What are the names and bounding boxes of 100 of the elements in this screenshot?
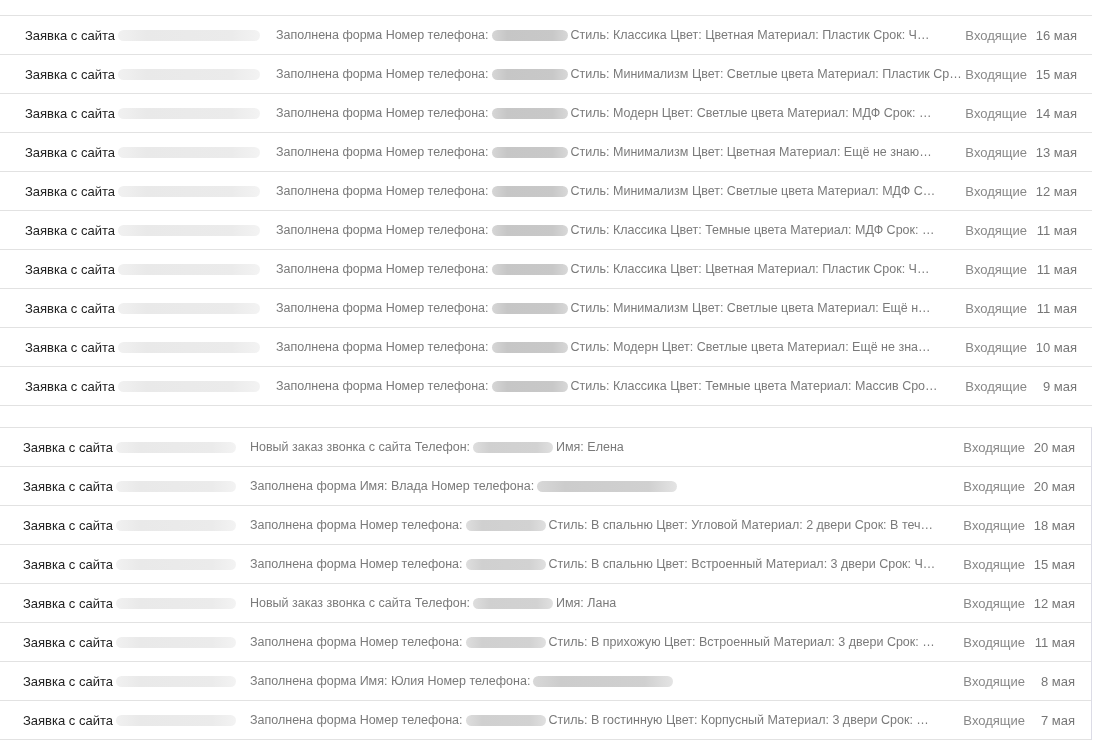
message-preview: Стиль: Классика Цвет: Темные цвета Материал: МДФ Срок: … [570,223,935,237]
message-preview: Заполнена форма Номер телефона: [250,557,463,571]
message-preview: Стиль: Классика Цвет: Цветная Материал: Пластик Срок: Ч… [570,262,930,276]
message-row[interactable]: Заявка с сайта Заполнена форма Номер телефона: Стиль: Минимализм Цвет: Цветная Материал: Ещё не знаю… Входящие 13 мая [0,133,1092,172]
message-row[interactable]: Заявка с сайта Новый заказ звонка с сайта Телефон: Имя: Лана Входящие 12 мая [0,584,1091,623]
message-preview: Стиль: Модерн Цвет: Светлые цвета Материал: Ещё не зна… [570,340,931,354]
sender-name: Заявка с сайта [23,439,113,455]
message-row[interactable]: Заявка с сайта Заполнена форма Номер телефона: Стиль: В гостинную Цвет: Корпусный Материал: 3 двери Срок: … Входящие 7 мая [0,701,1091,740]
sender-name: Заявка с сайта [23,556,113,572]
message-row[interactable]: Заявка с сайта Заполнена форма Номер телефона: Стиль: Минимализм Цвет: Светлые цвета Материал: Ещё н… Входящие 11 мая [0,289,1092,328]
message-preview: Заполнена форма Номер телефона: [250,713,463,727]
message-preview: Заполнена форма Номер телефона: [250,635,463,649]
message-date: 20 мая [1032,439,1075,455]
sender-name: Заявка с сайта [25,105,115,121]
folder-label: Входящие [964,144,1027,160]
sender-name: Заявка с сайта [25,261,115,277]
folder-label: Входящие [964,339,1027,355]
message-preview: Стиль: Модерн Цвет: Светлые цвета Материал: МДФ Срок: … [570,106,932,120]
folder-label: Входящие [962,634,1025,650]
message-row[interactable]: Заявка с сайта Заполнена форма Номер телефона: Стиль: Классика Цвет: Цветная Материал: Пластик Срок: Ч… Входящие 16 мая [0,16,1092,55]
message-date: 11 мая [1033,634,1075,650]
message-preview: Заполнена форма Номер телефона: [276,145,489,159]
message-row[interactable]: Заявка с сайта Заполнена форма Номер телефона: Стиль: Модерн Цвет: Светлые цвета Материал: МДФ Срок: … Входящие 14 мая [0,94,1092,133]
folder-label: Входящие [964,105,1027,121]
message-row[interactable]: Заявка с сайта Заполнена форма Номер телефона: Стиль: В прихожую Цвет: Встроенный Материал: 3 двери Срок: … Входящие 11 мая [0,623,1091,662]
message-preview: Стиль: В спальню Цвет: Встроенный Материал: 3 двери Срок: Ч… [548,557,936,571]
folder-label: Входящие [962,478,1025,494]
sender-name: Заявка с сайта [25,222,115,238]
message-preview: Заполнена форма Номер телефона: [276,301,489,315]
sender-name: Заявка с сайта [23,595,113,611]
message-preview: Заполнена форма Номер телефона: [276,28,489,42]
message-preview: Заполнена форма Номер телефона: [276,262,489,276]
message-row[interactable]: Заявка с сайта Заполнена форма Имя: Юлия Номер телефона: Входящие 8 мая [0,662,1091,701]
folder-label: Входящие [964,261,1027,277]
message-row[interactable]: Заявка с сайта Заполнена форма Номер телефона: Стиль: Классика Цвет: Цветная Материал: Пластик Срок: Ч… Входящие 11 мая [0,250,1092,289]
message-date: 12 мая [1034,183,1077,199]
message-date: 9 мая [1041,378,1077,394]
folder-label: Входящие [964,27,1027,43]
message-date: 15 мая [1032,556,1075,572]
message-preview: Заполнена форма Номер телефона: [276,184,489,198]
folder-label: Входящие [962,595,1025,611]
sender-name: Заявка с сайта [23,517,113,533]
sender-name: Заявка с сайта [25,300,115,316]
folder-label: Входящие [964,222,1027,238]
message-date: 10 мая [1034,339,1077,355]
message-preview: Стиль: В прихожую Цвет: Встроенный Материал: 3 двери Срок: … [548,635,935,649]
message-preview: Заполнена форма Номер телефона: [276,379,489,393]
message-row[interactable]: Заявка с сайта Заполнена форма Номер телефона: Стиль: В спальню Цвет: Встроенный Материал: 3 двери Срок: Ч… Входящие 15 мая [0,545,1091,584]
message-preview: Стиль: Минимализм Цвет: Светлые цвета Материал: Пластик Ср… [570,67,962,81]
sender-name: Заявка с сайта [25,378,115,394]
sender-name: Заявка с сайта [23,712,113,728]
folder-label: Входящие [962,712,1025,728]
sender-name: Заявка с сайта [23,634,113,650]
message-preview: Заполнена форма Имя: Влада Номер телефона: [250,479,535,493]
message-preview: Заполнена форма Номер телефона: [276,67,489,81]
message-row[interactable]: Заявка с сайта Заполнена форма Номер телефона: Стиль: Классика Цвет: Темные цвета Материал: Массив Сро… Входящие 9 мая [0,367,1092,406]
message-date: 12 мая [1032,595,1075,611]
message-row[interactable]: Заявка с сайта Заполнена форма Номер телефона: Стиль: Минимализм Цвет: Светлые цвета Материал: МДФ С… Входящие 12 мая [0,172,1092,211]
sender-name: Заявка с сайта [25,183,115,199]
message-date: 7 мая [1039,712,1075,728]
message-date: 11 мая [1035,222,1077,238]
message-preview: Стиль: В гостинную Цвет: Корпусный Материал: 3 двери Срок: … [548,713,929,727]
folder-label: Входящие [962,517,1025,533]
sender-name: Заявка с сайта [25,339,115,355]
sender-name: Заявка с сайта [23,673,113,689]
message-preview: Имя: Лана [556,596,617,610]
message-date: 14 мая [1034,105,1077,121]
message-date: 13 мая [1034,144,1077,160]
message-row[interactable]: Заявка с сайта Заполнена форма Номер телефона: Стиль: Модерн Цвет: Светлые цвета Материал: Ещё не зна… Входящие 10 мая [0,328,1092,367]
message-row[interactable]: Заявка с сайта Заполнена форма Номер телефона: Стиль: Минимализм Цвет: Светлые цвета Материал: Пластик Ср… Входящие 15 мая [0,55,1092,94]
message-date: 8 мая [1039,673,1075,689]
sender-name: Заявка с сайта [25,144,115,160]
sender-name: Заявка с сайта [23,478,113,494]
message-preview: Стиль: Минимализм Цвет: Цветная Материал: Ещё не знаю… [570,145,932,159]
message-row[interactable]: Заявка с сайта Заполнена форма Имя: Влада Номер телефона: Входящие 20 мая [0,467,1091,506]
message-preview: Новый заказ звонка с сайта Телефон: [250,596,470,610]
message-date: 15 мая [1034,66,1077,82]
sender-name: Заявка с сайта [25,66,115,82]
message-date: 11 мая [1035,261,1077,277]
message-row[interactable]: Заявка с сайта Новый заказ звонка с сайта Телефон: Имя: Елена Входящие 20 мая [0,428,1091,467]
message-preview: Заполнена форма Имя: Юлия Номер телефона: [250,674,531,688]
message-preview: Стиль: Классика Цвет: Цветная Материал: Пластик Срок: Ч… [570,28,930,42]
message-date: 20 мая [1032,478,1075,494]
message-date: 16 мая [1034,27,1077,43]
folder-label: Входящие [964,300,1027,316]
folder-label: Входящие [962,556,1025,572]
message-preview: Стиль: В спальню Цвет: Угловой Материал: 2 двери Срок: В теч… [548,518,933,532]
message-date: 18 мая [1032,517,1075,533]
message-preview: Заполнена форма Номер телефона: [276,340,489,354]
message-preview: Стиль: Минимализм Цвет: Светлые цвета Материал: Ещё н… [570,301,931,315]
folder-label: Входящие [964,183,1027,199]
folder-label: Входящие [962,673,1025,689]
message-date: 11 мая [1035,300,1077,316]
message-row[interactable]: Заявка с сайта Заполнена форма Номер телефона: Стиль: Классика Цвет: Темные цвета Материал: МДФ Срок: … Входящие 11 мая [0,211,1092,250]
message-preview: Имя: Елена [556,440,624,454]
message-row[interactable]: Заявка с сайта Заполнена форма Номер телефона: Стиль: В спальню Цвет: Угловой Материал: 2 двери Срок: В теч… Входящие 18 мая [0,506,1091,545]
folder-label: Входящие [964,378,1027,394]
sender-name: Заявка с сайта [25,27,115,43]
folder-label: Входящие [962,439,1025,455]
message-preview: Стиль: Классика Цвет: Темные цвета Материал: Массив Сро… [570,379,938,393]
